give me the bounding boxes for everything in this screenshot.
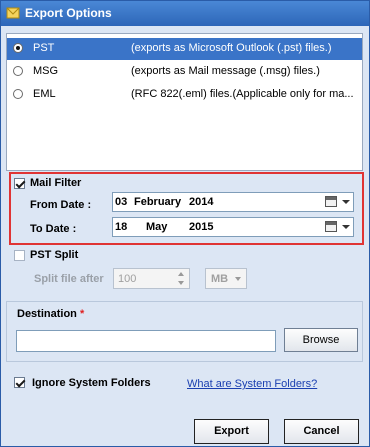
split-size-stepper[interactable]: 100	[113, 268, 190, 289]
format-name: MSG	[33, 65, 59, 77]
format-description: (RFC 822(.eml) files.(Applicable only fo…	[131, 88, 354, 100]
destination-label: Destination *	[17, 308, 85, 320]
from-month: February	[134, 196, 182, 208]
mail-filter-checkbox[interactable]	[14, 178, 25, 189]
calendar-icon[interactable]	[325, 196, 337, 207]
format-option-pst[interactable]: PST (exports as Microsoft Outlook (.pst)…	[7, 38, 362, 60]
to-day: 18	[115, 221, 128, 233]
to-year: 2015	[189, 221, 214, 233]
from-day: 03	[115, 196, 128, 208]
cancel-button[interactable]: Cancel	[284, 419, 359, 444]
browse-button[interactable]: Browse	[284, 328, 358, 352]
msg-radio[interactable]	[13, 66, 23, 76]
title-bar[interactable]: Export Options	[1, 1, 369, 26]
split-file-after-label: Split file after	[34, 273, 104, 285]
pst-split-label: PST Split	[30, 249, 79, 261]
ignore-system-folders-label: Ignore System Folders	[32, 377, 151, 389]
format-list[interactable]: PST (exports as Microsoft Outlook (.pst)…	[6, 33, 363, 171]
chevron-down-icon[interactable]	[342, 225, 350, 229]
from-date-picker[interactable]: 03 February 2014	[112, 192, 354, 212]
app-icon	[6, 7, 20, 19]
format-option-msg[interactable]: MSG (exports as Mail message (.msg) file…	[7, 61, 362, 83]
split-unit-value: MB	[211, 273, 229, 285]
mail-filter-label: Mail Filter	[30, 177, 82, 189]
to-month: May	[146, 221, 168, 233]
format-option-eml[interactable]: EML (RFC 822(.eml) files.(Applicable onl…	[7, 84, 362, 106]
stepper-down-icon[interactable]	[176, 279, 188, 288]
chevron-down-icon[interactable]	[342, 200, 350, 204]
format-name: PST	[33, 42, 55, 54]
split-unit-select[interactable]: MB	[205, 268, 247, 289]
stepper-up-icon[interactable]	[176, 270, 188, 279]
to-date-picker[interactable]: 18 May 2015	[112, 217, 354, 237]
eml-radio[interactable]	[13, 89, 23, 99]
chevron-down-icon	[235, 277, 241, 281]
format-description: (exports as Mail message (.msg) files.)	[131, 65, 320, 77]
from-year: 2014	[189, 196, 214, 208]
calendar-icon[interactable]	[325, 221, 337, 232]
export-button[interactable]: Export	[194, 419, 269, 444]
window-title: Export Options	[25, 6, 112, 20]
ignore-system-folders-checkbox[interactable]	[14, 377, 25, 388]
pst-split-checkbox[interactable]	[14, 250, 25, 261]
from-date-label: From Date :	[30, 199, 92, 211]
format-description: (exports as Microsoft Outlook (.pst) fil…	[131, 42, 332, 54]
required-marker: *	[79, 308, 85, 320]
format-name: EML	[33, 88, 56, 100]
export-options-dialog: Export Options PST (exports as Microsoft…	[0, 0, 370, 447]
split-size-value: 100	[118, 273, 137, 285]
system-folders-help-link[interactable]: What are System Folders?	[187, 378, 317, 390]
pst-radio[interactable]	[13, 43, 23, 53]
to-date-label: To Date :	[30, 223, 77, 235]
destination-input[interactable]	[16, 330, 276, 352]
